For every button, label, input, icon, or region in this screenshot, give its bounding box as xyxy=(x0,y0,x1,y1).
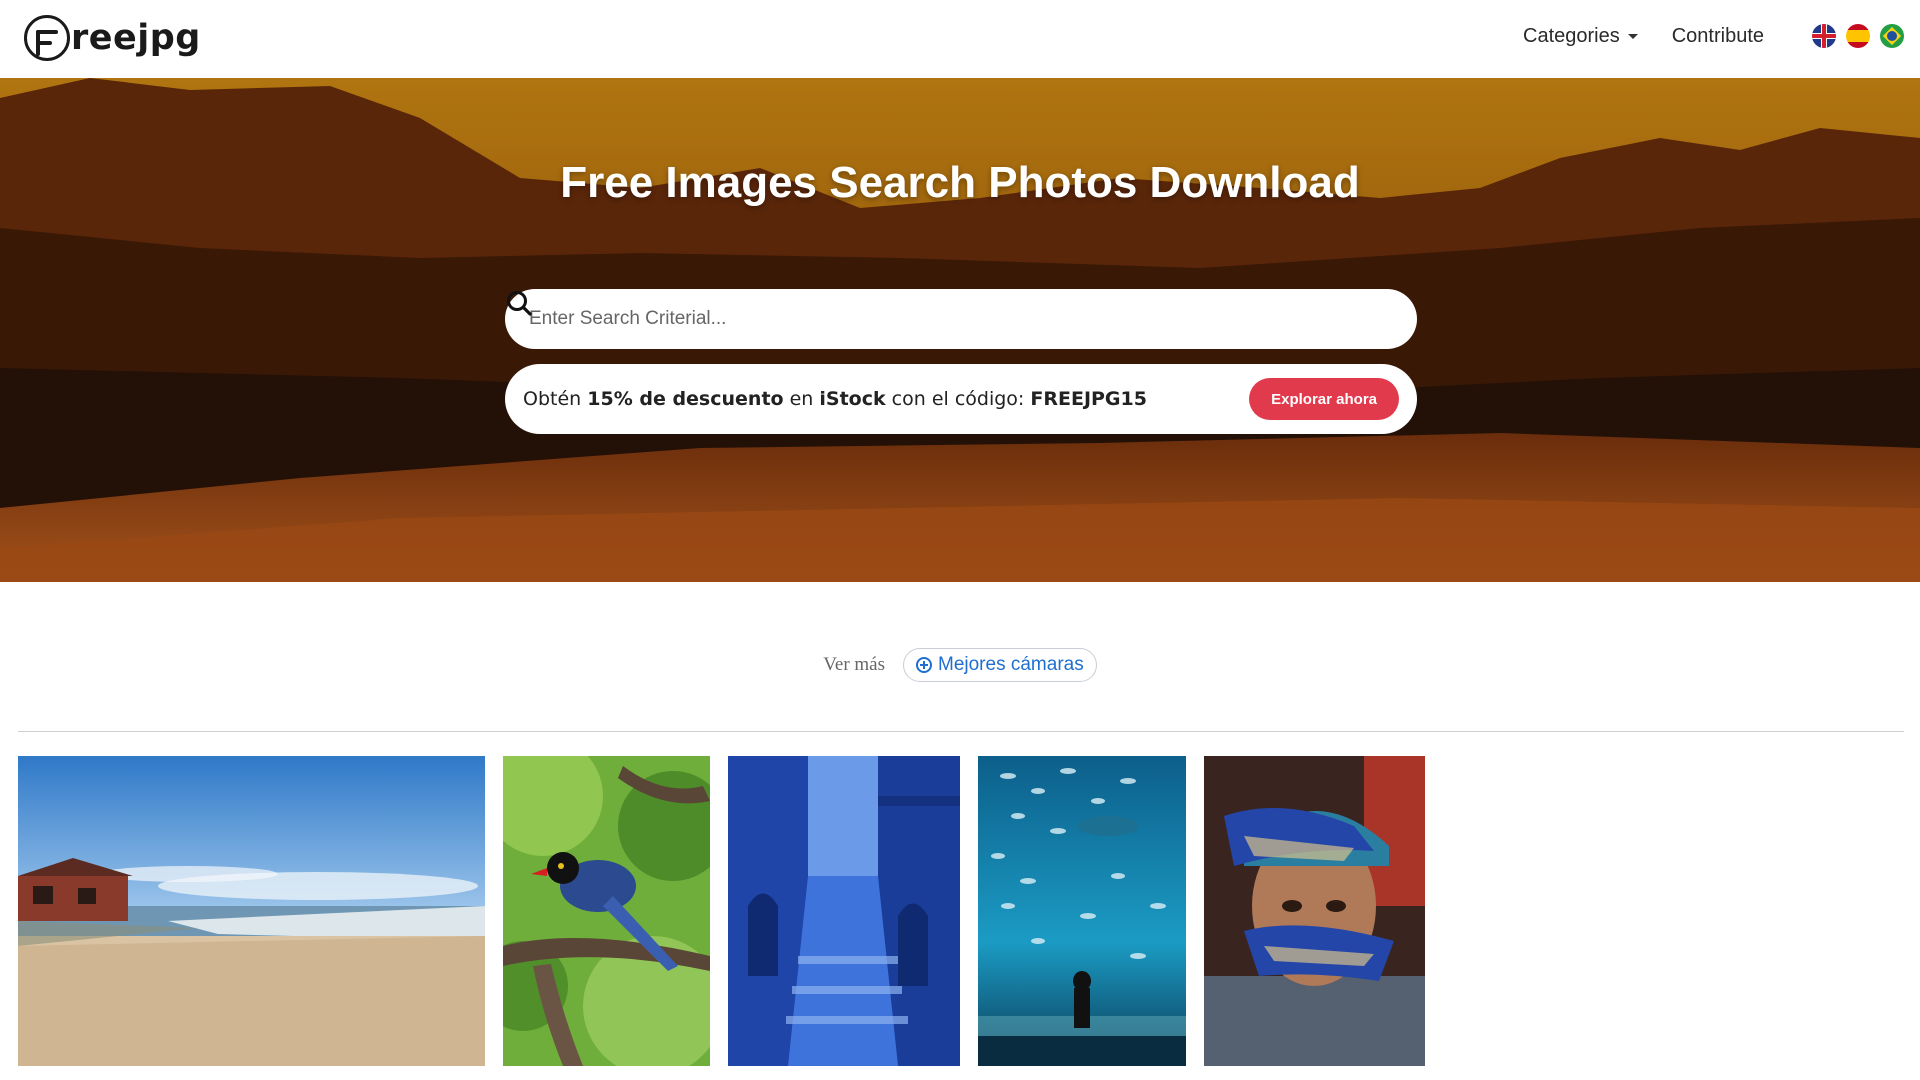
beach-photo[interactable] xyxy=(18,756,485,1066)
search-input[interactable] xyxy=(529,308,1329,330)
painted-hands-photo[interactable] xyxy=(1204,756,1425,1066)
promo-text-middle: en xyxy=(783,388,820,410)
aquarium-image xyxy=(978,756,1186,1066)
main-nav: Categories Contribute xyxy=(1523,0,1920,72)
blue-alley-photo[interactable] xyxy=(728,756,960,1066)
promo-brand: iStock xyxy=(819,388,886,410)
caret-down-icon xyxy=(1627,33,1638,39)
explore-now-button[interactable]: Explorar ahora xyxy=(1249,378,1399,420)
beach-image xyxy=(18,756,485,1066)
promo-text: Obtén 15% de descuento en iStock con el … xyxy=(523,388,1147,410)
aquarium-photo[interactable] xyxy=(978,756,1186,1066)
language-switcher xyxy=(1802,24,1904,48)
promo-discount: 15% de descuento xyxy=(587,388,784,410)
bird-image xyxy=(503,756,710,1066)
more-links-row: Ver más Mejores cámaras xyxy=(0,648,1920,682)
site-header: reejpg Categories Contribute xyxy=(0,0,1920,78)
categories-menu[interactable]: Categories xyxy=(1523,25,1638,48)
istock-promo-banner: Obtén 15% de descuento en iStock con el … xyxy=(505,364,1417,434)
brazil-flag-icon[interactable] xyxy=(1880,24,1904,48)
ver-mas-label: Ver más xyxy=(823,654,885,675)
chip-label: Mejores cámaras xyxy=(938,654,1084,675)
blue-bird-photo[interactable] xyxy=(503,756,710,1066)
promo-code: FREEJPG15 xyxy=(1030,388,1147,410)
section-divider xyxy=(18,731,1904,732)
logo-text: reejpg xyxy=(71,18,201,58)
site-logo[interactable]: reejpg xyxy=(24,15,201,61)
promo-text-before: Obtén xyxy=(523,388,588,410)
categories-label: Categories xyxy=(1523,24,1620,47)
best-cameras-chip[interactable]: Mejores cámaras xyxy=(903,648,1097,682)
english-flag-icon[interactable] xyxy=(1812,24,1836,48)
search-icon[interactable] xyxy=(505,289,533,317)
portrait-image xyxy=(1204,756,1425,1066)
spanish-flag-icon[interactable] xyxy=(1846,24,1870,48)
hero-banner: Free Images Search Photos Download Obtén… xyxy=(0,78,1920,582)
hero-title: Free Images Search Photos Download xyxy=(560,158,1360,207)
search-bar xyxy=(505,289,1417,349)
promo-text-after: con el código: xyxy=(885,388,1031,410)
freejpg-logo-icon xyxy=(24,15,70,61)
blue-city-image xyxy=(728,756,960,1066)
contribute-link[interactable]: Contribute xyxy=(1672,25,1764,48)
plus-circle-icon xyxy=(916,657,932,673)
